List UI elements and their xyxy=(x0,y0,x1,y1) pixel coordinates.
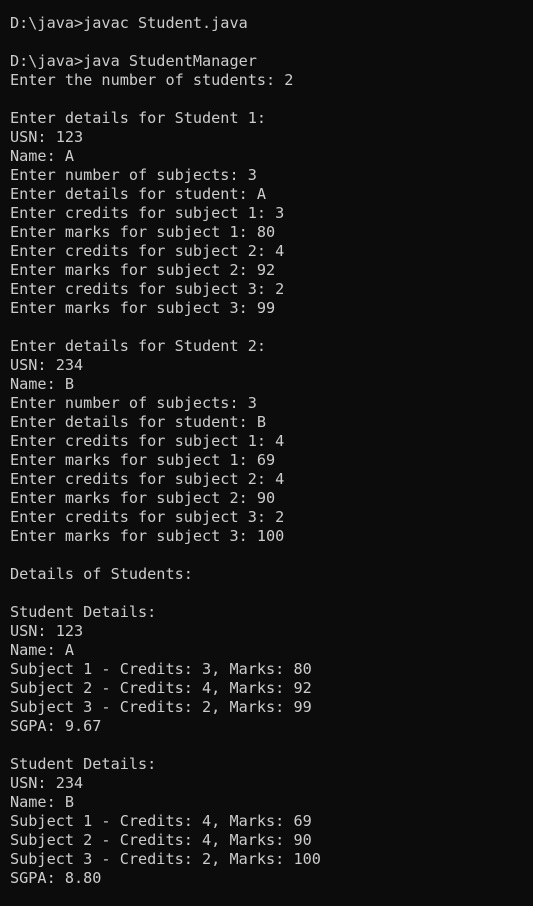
terminal-line: Enter details for student: B xyxy=(10,413,267,431)
terminal-line: Enter marks for subject 2: 92 xyxy=(10,261,276,279)
terminal-line: Name: B xyxy=(10,375,75,393)
terminal-line: D:\java>java StudentManager xyxy=(10,52,257,70)
terminal-line: Enter credits for subject 3: 2 xyxy=(10,280,285,298)
terminal-line: Enter marks for subject 3: 100 xyxy=(10,527,285,545)
terminal-line: Enter details for student: A xyxy=(10,185,267,203)
terminal-line: Subject 2 - Credits: 4, Marks: 90 xyxy=(10,831,312,849)
terminal-line: Enter the number of students: 2 xyxy=(10,71,294,89)
terminal-line: Enter marks for subject 2: 90 xyxy=(10,489,276,507)
terminal-line: Subject 3 - Credits: 2, Marks: 99 xyxy=(10,698,312,716)
terminal-line: Subject 1 - Credits: 3, Marks: 80 xyxy=(10,660,312,678)
terminal-line: Enter credits for subject 2: 4 xyxy=(10,242,285,260)
terminal-line: Enter credits for subject 1: 4 xyxy=(10,432,285,450)
terminal-line: Subject 3 - Credits: 2, Marks: 100 xyxy=(10,850,321,868)
terminal-line: SGPA: 9.67 xyxy=(10,717,102,735)
terminal-line: Name: B xyxy=(10,793,75,811)
terminal-line: Enter credits for subject 3: 2 xyxy=(10,508,285,526)
terminal-line: D:\java>javac Student.java xyxy=(10,14,248,32)
terminal-line: Name: A xyxy=(10,641,75,659)
terminal-line: Enter credits for subject 2: 4 xyxy=(10,470,285,488)
terminal-line: Subject 1 - Credits: 4, Marks: 69 xyxy=(10,812,312,830)
terminal-line: USN: 234 xyxy=(10,774,84,792)
terminal-line: SGPA: 8.80 xyxy=(10,869,102,887)
terminal-line: Enter credits for subject 1: 3 xyxy=(10,204,285,222)
terminal-line: Enter details for Student 2: xyxy=(10,337,267,355)
terminal-line: Enter marks for subject 1: 69 xyxy=(10,451,276,469)
terminal-line: USN: 123 xyxy=(10,128,84,146)
terminal-line: Subject 2 - Credits: 4, Marks: 92 xyxy=(10,679,312,697)
terminal-line: Enter number of subjects: 3 xyxy=(10,394,257,412)
terminal-line: Enter marks for subject 3: 99 xyxy=(10,299,276,317)
terminal-line: Enter number of subjects: 3 xyxy=(10,166,257,184)
terminal-line: Student Details: xyxy=(10,755,157,773)
terminal-line: Enter details for Student 1: xyxy=(10,109,267,127)
terminal-line: USN: 123 xyxy=(10,622,84,640)
terminal-line: Student Details: xyxy=(10,603,157,621)
console-output[interactable]: D:\java>javac Student.java D:\java>java … xyxy=(0,0,533,906)
terminal-line: Name: A xyxy=(10,147,75,165)
terminal-line: Enter marks for subject 1: 80 xyxy=(10,223,276,241)
terminal-line: Details of Students: xyxy=(10,565,193,583)
terminal-line: USN: 234 xyxy=(10,356,84,374)
